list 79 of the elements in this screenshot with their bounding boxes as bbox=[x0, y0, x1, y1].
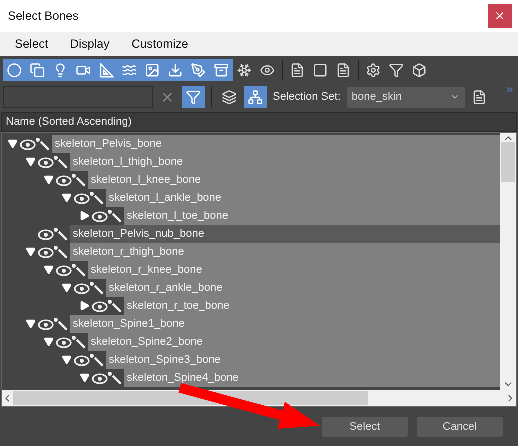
pen-icon bbox=[191, 62, 206, 78]
hierarchy-icon bbox=[248, 90, 263, 104]
expanded-arrow-icon[interactable] bbox=[26, 247, 36, 257]
selection-set-label: Selection Set: bbox=[273, 91, 341, 103]
dialog-button[interactable]: Select bbox=[322, 416, 408, 436]
tree-item[interactable]: skeleton_Spine3_bone bbox=[106, 351, 500, 369]
tree-item[interactable]: skeleton_l_knee_bone bbox=[88, 171, 500, 189]
tree-item[interactable]: skeleton_r_toe_bone bbox=[124, 297, 500, 315]
scrollbar-thumb[interactable] bbox=[501, 142, 515, 182]
tree-item[interactable]: skeleton_l_thigh_bone bbox=[70, 153, 500, 171]
tree-item[interactable]: skeleton_r_knee_bone bbox=[88, 261, 500, 279]
toolbar-button[interactable] bbox=[210, 59, 233, 81]
lightbulb-icon bbox=[53, 62, 68, 78]
expanded-arrow-icon[interactable] bbox=[62, 283, 72, 293]
filter-icon bbox=[389, 62, 404, 78]
tree-item[interactable]: skeleton_r_thigh_bone bbox=[70, 243, 500, 261]
tree-item[interactable]: skeleton_Spine2_bone bbox=[88, 333, 500, 351]
archive-icon bbox=[214, 62, 229, 78]
waves-icon bbox=[122, 62, 137, 78]
expanded-arrow-icon[interactable] bbox=[80, 373, 90, 383]
eye-bone-icon bbox=[92, 299, 124, 313]
tree-item[interactable]: skeleton_Pelvis_bone bbox=[52, 135, 500, 153]
eye-bone-icon bbox=[20, 137, 52, 151]
tree-item[interactable]: skeleton_l_ankle_bone bbox=[106, 189, 500, 207]
document-icon bbox=[472, 90, 487, 104]
eye-bone-icon bbox=[56, 263, 88, 277]
expanded-arrow-icon[interactable] bbox=[62, 355, 72, 365]
eye-bone-icon bbox=[56, 173, 88, 187]
expanded-arrow-icon[interactable] bbox=[44, 337, 54, 347]
eye-bone-icon bbox=[38, 317, 70, 331]
selection-set-dropdown[interactable]: bone_skin bbox=[346, 86, 465, 108]
expanded-arrow-icon[interactable] bbox=[62, 193, 72, 203]
snowflake-icon bbox=[237, 62, 252, 78]
eye-icon bbox=[260, 62, 275, 78]
collapsed-arrow-icon[interactable] bbox=[80, 301, 90, 311]
eye-bone-icon bbox=[38, 227, 70, 241]
document-icon bbox=[336, 62, 351, 78]
eye-bone-icon bbox=[56, 335, 88, 349]
toolbar-button[interactable] bbox=[3, 59, 26, 81]
layers-icon bbox=[222, 90, 237, 104]
more-icon[interactable] bbox=[505, 85, 515, 95]
tree-item[interactable]: skeleton_Pelvis_nub_bone bbox=[70, 225, 500, 243]
eye-bone-icon bbox=[38, 155, 70, 169]
eye-bone-icon bbox=[92, 371, 124, 385]
eye-bone-icon bbox=[74, 191, 106, 205]
menu-item[interactable]: Customize bbox=[122, 37, 198, 51]
close-icon bbox=[494, 10, 506, 22]
square-icon bbox=[313, 62, 328, 78]
tree-item[interactable]: skeleton_r_ankle_bone bbox=[106, 279, 500, 297]
box-icon bbox=[412, 62, 427, 78]
squares-icon bbox=[30, 62, 45, 78]
expanded-arrow-icon[interactable] bbox=[8, 139, 18, 149]
ruler-icon bbox=[99, 62, 114, 78]
framed-picture-icon bbox=[145, 62, 160, 78]
eye-bone-icon bbox=[92, 209, 124, 223]
collapsed-arrow-icon[interactable] bbox=[80, 211, 90, 221]
expanded-arrow-icon[interactable] bbox=[44, 175, 54, 185]
gear-icon bbox=[366, 62, 381, 78]
hierarchy-button[interactable] bbox=[244, 86, 267, 108]
expanded-arrow-icon[interactable] bbox=[26, 319, 36, 329]
window-title: Select Bones bbox=[8, 9, 79, 23]
close-button[interactable] bbox=[488, 4, 512, 28]
tree-item[interactable]: skeleton_Spine1_bone bbox=[70, 315, 500, 333]
filter-icon bbox=[186, 90, 201, 104]
eye-bone-icon bbox=[38, 245, 70, 259]
circle-icon bbox=[7, 62, 22, 78]
column-header[interactable]: Name (Sorted Ascending) bbox=[6, 116, 132, 128]
menu-item[interactable]: Display bbox=[61, 37, 119, 51]
document-icon bbox=[290, 62, 305, 78]
filter-button[interactable] bbox=[182, 86, 205, 108]
menu-item[interactable]: Select bbox=[6, 37, 58, 51]
tree-item[interactable]: skeleton_l_toe_bone bbox=[124, 207, 500, 225]
expanded-arrow-icon[interactable] bbox=[26, 157, 36, 167]
dialog-button[interactable]: Cancel bbox=[417, 416, 503, 436]
tree-item[interactable]: skeleton_Spine4_bone bbox=[124, 369, 500, 387]
eye-bone-icon bbox=[74, 281, 106, 295]
download-icon bbox=[168, 62, 183, 78]
eye-bone-icon bbox=[74, 353, 106, 367]
expanded-arrow-icon[interactable] bbox=[44, 265, 54, 275]
